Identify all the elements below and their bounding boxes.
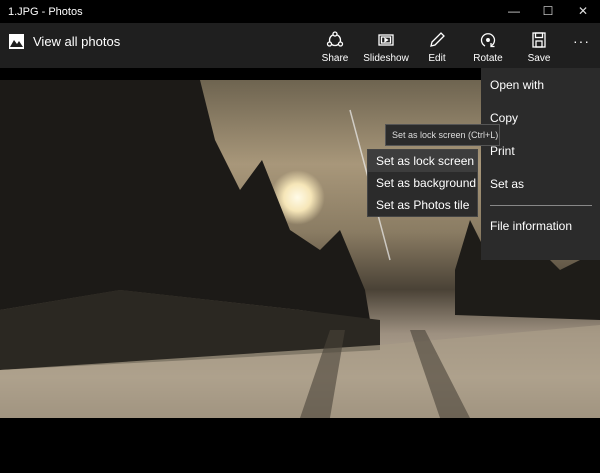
menu-divider (490, 205, 592, 206)
set-as-submenu: Set as lock screen Set as background Set… (367, 149, 478, 217)
save-icon (532, 32, 546, 48)
submenu-item-background[interactable]: Set as background (368, 172, 477, 194)
submenu-item-lock-screen[interactable]: Set as lock screen (368, 150, 477, 172)
maximize-button[interactable]: ☐ (531, 0, 565, 23)
menu-item-open-with[interactable]: Open with (490, 78, 544, 92)
rotate-label: Rotate (473, 53, 503, 64)
toolbar: View all photos Share Slideshow Edit Rot… (0, 23, 600, 68)
title-bar: 1.JPG - Photos — ☐ ✕ (0, 0, 600, 23)
more-options-menu: Open with Copy Print Set as File informa… (481, 68, 600, 260)
rotate-button[interactable]: Rotate (460, 31, 516, 64)
share-icon (326, 31, 344, 47)
view-all-photos-label: View all photos (33, 34, 121, 49)
edit-button[interactable]: Edit (409, 31, 465, 64)
rotate-icon (480, 33, 496, 48)
slideshow-button[interactable]: Slideshow (358, 31, 414, 64)
share-label: Share (321, 53, 349, 64)
save-button[interactable]: Save (511, 31, 567, 64)
slideshow-label: Slideshow (363, 53, 409, 64)
menu-item-set-as[interactable]: Set as (490, 177, 524, 191)
pencil-icon (430, 32, 445, 47)
photo-icon (9, 34, 24, 49)
submenu-item-photos-tile[interactable]: Set as Photos tile (368, 194, 477, 216)
close-button[interactable]: ✕ (566, 0, 600, 23)
more-options-button[interactable]: ··· (573, 33, 590, 49)
minimize-button[interactable]: — (497, 0, 531, 23)
slideshow-icon (378, 34, 394, 46)
save-label: Save (527, 53, 551, 64)
share-button[interactable]: Share (307, 31, 363, 64)
menu-item-copy[interactable]: Copy (490, 111, 518, 125)
menu-item-print[interactable]: Print (490, 144, 515, 158)
tooltip: Set as lock screen (Ctrl+L) (385, 124, 500, 146)
view-all-photos-button[interactable]: View all photos (9, 34, 120, 49)
menu-item-file-information[interactable]: File information (490, 219, 572, 233)
window-title: 1.JPG - Photos (8, 6, 83, 18)
edit-label: Edit (428, 53, 446, 64)
